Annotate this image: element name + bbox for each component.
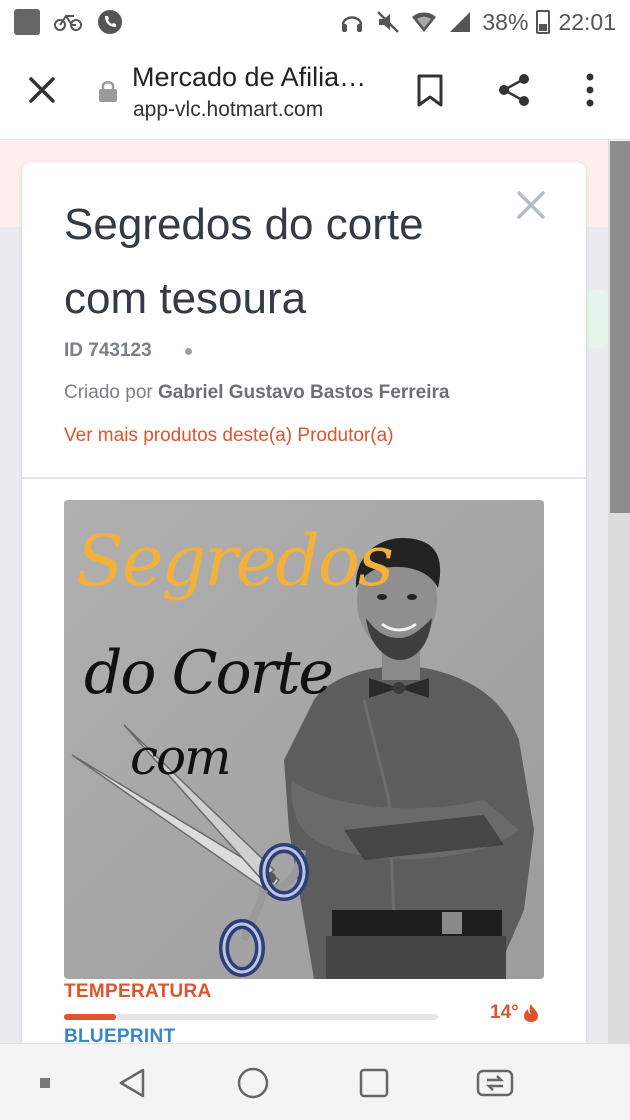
wifi-icon [410, 8, 438, 36]
more-vert-icon[interactable] [580, 72, 600, 108]
product-id: ID 743123 [64, 340, 152, 361]
creator-prefix: Criado por [64, 382, 153, 403]
scrollbar-thumb[interactable] [610, 141, 630, 513]
product-title: Segredos do corte com tesoura [64, 200, 424, 323]
temperature-number: 14° [490, 1002, 519, 1023]
creator-name: Gabriel Gustavo Bastos Ferreira [158, 382, 450, 403]
recents-square-icon[interactable] [353, 1062, 395, 1104]
creator-line: Criado por Gabriel Gustavo Bastos Ferrei… [64, 382, 449, 404]
bike-icon [54, 8, 82, 36]
image-script-title: Segredos [76, 520, 394, 602]
image-script-tail: com [130, 728, 232, 786]
temperature-label: TEMPERATURA [64, 981, 212, 1002]
separator-dot [185, 348, 192, 355]
page-backdrop-badge [586, 290, 608, 348]
signal-icon [446, 8, 474, 36]
square-dot-icon[interactable] [24, 1062, 66, 1104]
temperature-bar [64, 1014, 438, 1020]
battery-percent: 38% [482, 8, 529, 35]
browser-page-title: Mercado de Afilia… [132, 62, 367, 92]
status-bar: 38% 22:01 [0, 0, 630, 44]
temperature-value: 14° [490, 1002, 539, 1024]
browser-toolbar: Mercado de Afilia… app-vlc.hotmart.com [0, 44, 630, 140]
phone-icon [96, 8, 124, 36]
temperature-bar-fill [64, 1014, 117, 1020]
bookmark-icon[interactable] [416, 74, 444, 108]
share-icon[interactable] [496, 72, 532, 108]
back-triangle-icon[interactable] [112, 1062, 154, 1104]
more-products-link[interactable]: Ver mais produtos deste(a) Produtor(a) [64, 425, 394, 447]
home-circle-icon[interactable] [232, 1062, 274, 1104]
product-image: Segredos do Corte com [64, 500, 544, 979]
close-icon[interactable] [26, 74, 58, 106]
lock-icon [98, 80, 118, 102]
divider [22, 477, 586, 479]
browser-url[interactable]: app-vlc.hotmart.com [133, 98, 323, 122]
battery-icon [536, 10, 551, 34]
clock: 22:01 [558, 8, 616, 35]
image-script-subtitle: do Corte [84, 638, 334, 708]
product-modal: Segredos do corte com tesoura ID 743123 … [22, 162, 586, 1062]
app-square-icon [14, 9, 40, 35]
system-nav-bar [0, 1043, 630, 1120]
mute-icon [374, 8, 402, 36]
switch-apps-icon[interactable] [474, 1062, 516, 1104]
modal-close-icon[interactable] [516, 190, 546, 220]
headset-icon [338, 8, 366, 36]
flame-icon [523, 1004, 538, 1022]
